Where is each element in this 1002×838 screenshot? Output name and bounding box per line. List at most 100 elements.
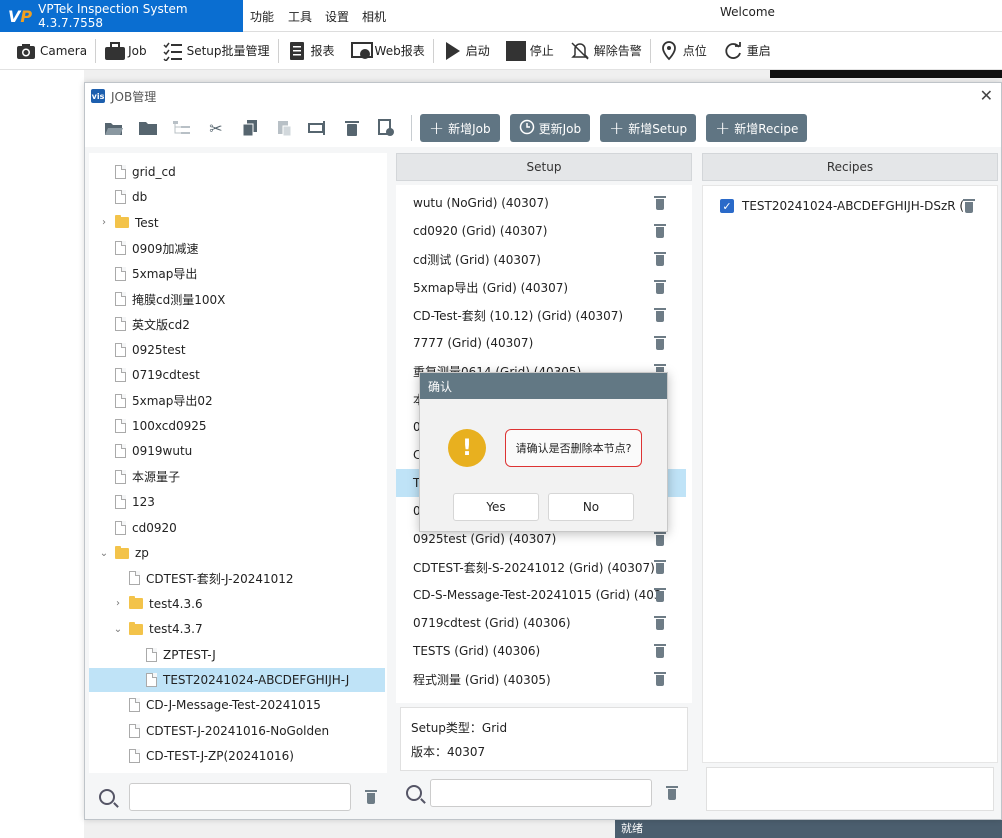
file-icon [115, 317, 126, 332]
file-icon [115, 266, 126, 281]
trash-icon[interactable] [654, 251, 666, 267]
tree-item[interactable]: 本源量子 [89, 465, 385, 489]
paste-icon[interactable] [267, 114, 301, 142]
new-setup-button[interactable]: + 新增Setup [600, 114, 697, 142]
chevron-right-icon[interactable]: › [99, 217, 109, 228]
tree-item[interactable]: 0909加减速 [89, 236, 385, 260]
new-recipe-button[interactable]: + 新增Recipe [706, 114, 808, 142]
yes-button[interactable]: Yes [453, 493, 539, 521]
trash-icon[interactable] [654, 223, 666, 239]
file-icon [129, 723, 140, 738]
tree-item-label: CDTEST-J-20241016-NoGolden [146, 723, 330, 738]
tree-folder[interactable]: ⌄ zp [89, 541, 385, 565]
chevron-down-icon[interactable]: ⌄ [113, 624, 123, 635]
clear-alarm-button[interactable]: 解除告警 [562, 36, 650, 66]
tree-item[interactable]: 0719cdtest [89, 363, 385, 387]
setup-trash-icon[interactable] [666, 785, 678, 801]
restart-button[interactable]: 重启 [715, 36, 779, 66]
setup-item[interactable]: 5xmap导出 (Grid) (40307) [396, 273, 686, 301]
setup-batch-label: Setup批量管理 [186, 44, 270, 58]
setup-item[interactable]: CD-Test-套刻 (10.12) (Grid) (40307) [396, 301, 686, 329]
tree-item[interactable]: grid_cd [89, 160, 385, 184]
setup-item[interactable]: TESTS (Grid) (40306) [396, 637, 686, 665]
trash-icon[interactable] [654, 307, 666, 323]
setup-search-input[interactable] [430, 779, 652, 807]
menu-function[interactable]: 功能 [250, 0, 274, 32]
tree-item[interactable]: 100xcd0925 [89, 414, 385, 438]
tree-item[interactable]: 0925test [89, 338, 385, 362]
open-folder-icon[interactable] [97, 114, 131, 142]
setup-item[interactable]: CD-S-Message-Test-20241015 (Grid) (403 [396, 581, 686, 609]
setup-batch-button[interactable]: Setup批量管理 [155, 36, 278, 66]
tree-item-label: 5xmap导出02 [132, 394, 213, 409]
tree-search-input[interactable] [129, 783, 351, 811]
start-button[interactable]: 启动 [434, 36, 498, 66]
tree-item[interactable]: db [89, 185, 385, 209]
chevron-right-icon[interactable]: › [113, 598, 123, 609]
setup-item[interactable]: 程式测量 (Grid) (40305) [396, 665, 686, 693]
close-icon[interactable]: ✕ [980, 86, 993, 105]
trash-icon[interactable] [654, 531, 666, 547]
menu-settings[interactable]: 设置 [325, 0, 349, 32]
report-label: 报表 [310, 44, 335, 58]
tree-folder[interactable]: › test4.3.6 [89, 592, 385, 616]
tree-item[interactable]: 0919wutu [89, 439, 385, 463]
history-icon[interactable] [369, 114, 403, 142]
setup-item[interactable]: 7777 (Grid) (40307) [396, 329, 686, 357]
recipe-item[interactable]: ✓ TEST20241024-ABCDEFGHIJH-DSzR ( [703, 194, 993, 218]
delete-icon[interactable] [335, 114, 369, 142]
web-report-button[interactable]: Web报表 [343, 36, 433, 66]
tree-item[interactable]: 123 [89, 490, 385, 514]
chevron-down-icon[interactable]: ⌄ [99, 548, 109, 559]
copy-icon[interactable] [233, 114, 267, 142]
setup-item[interactable]: wutu (NoGrid) (40307) [396, 189, 686, 217]
tree-item[interactable]: 英文版cd2 [89, 312, 385, 336]
setup-item[interactable]: 0719cdtest (Grid) (40306) [396, 609, 686, 637]
trash-icon[interactable] [654, 279, 666, 295]
tree-item[interactable]: CD-TEST-J-ZP(20241016) [89, 744, 385, 768]
update-job-button[interactable]: 更新Job [509, 114, 591, 142]
tree-structure-icon[interactable] [165, 114, 199, 142]
trash-icon[interactable] [654, 643, 666, 659]
point-button[interactable]: 点位 [651, 36, 715, 66]
folder-icon[interactable] [131, 114, 165, 142]
trash-icon[interactable] [654, 195, 666, 211]
new-job-label: 新增Job [448, 121, 491, 136]
menu-tools[interactable]: 工具 [288, 0, 312, 32]
setup-item[interactable]: CDTEST-套刻-S-20241012 (Grid) (40307) [396, 553, 686, 581]
trash-icon[interactable] [654, 671, 666, 687]
rename-icon[interactable] [301, 114, 335, 142]
tree-folder[interactable]: › Test [89, 211, 385, 235]
report-button[interactable]: 报表 [279, 36, 343, 66]
no-button[interactable]: No [548, 493, 634, 521]
job-button[interactable]: Job [96, 36, 155, 66]
recipe-checkbox[interactable]: ✓ [720, 199, 734, 213]
folder-icon [129, 621, 143, 635]
stop-button[interactable]: 停止 [498, 36, 562, 66]
tree-item[interactable]: TEST20241024-ABCDEFGHIJH-J [89, 668, 385, 692]
tree-folder[interactable]: ⌄ test4.3.7 [89, 617, 385, 641]
tree-item[interactable]: 5xmap导出02 [89, 389, 385, 413]
setup-version: 版本：40307 [411, 745, 486, 759]
tree-item[interactable]: 5xmap导出 [89, 262, 385, 286]
tree-item[interactable]: cd0920 [89, 516, 385, 540]
file-icon [115, 495, 126, 510]
tree-item[interactable]: CDTEST-套刻-J-20241012 [89, 566, 385, 590]
recipe-trash-icon[interactable] [963, 198, 975, 214]
trash-icon[interactable] [654, 335, 666, 351]
trash-icon[interactable] [654, 587, 666, 603]
trash-icon[interactable] [654, 615, 666, 631]
tree-item[interactable]: ZPTEST-J [89, 643, 385, 667]
new-job-button[interactable]: + 新增Job [420, 114, 500, 142]
trash-icon[interactable] [654, 559, 666, 575]
tree-item[interactable]: CD-J-Message-Test-20241015 [89, 693, 385, 717]
play-icon [442, 41, 462, 61]
menu-camera[interactable]: 相机 [362, 0, 386, 32]
camera-button[interactable]: Camera [8, 36, 95, 66]
tree-item[interactable]: CDTEST-J-20241016-NoGolden [89, 719, 385, 743]
setup-item[interactable]: cd测试 (Grid) (40307) [396, 245, 686, 273]
tree-item[interactable]: 掩膜cd测量100X [89, 287, 385, 311]
cut-icon[interactable]: ✂ [199, 114, 233, 142]
tree-trash-icon[interactable] [365, 789, 377, 805]
setup-item[interactable]: cd0920 (Grid) (40307) [396, 217, 686, 245]
